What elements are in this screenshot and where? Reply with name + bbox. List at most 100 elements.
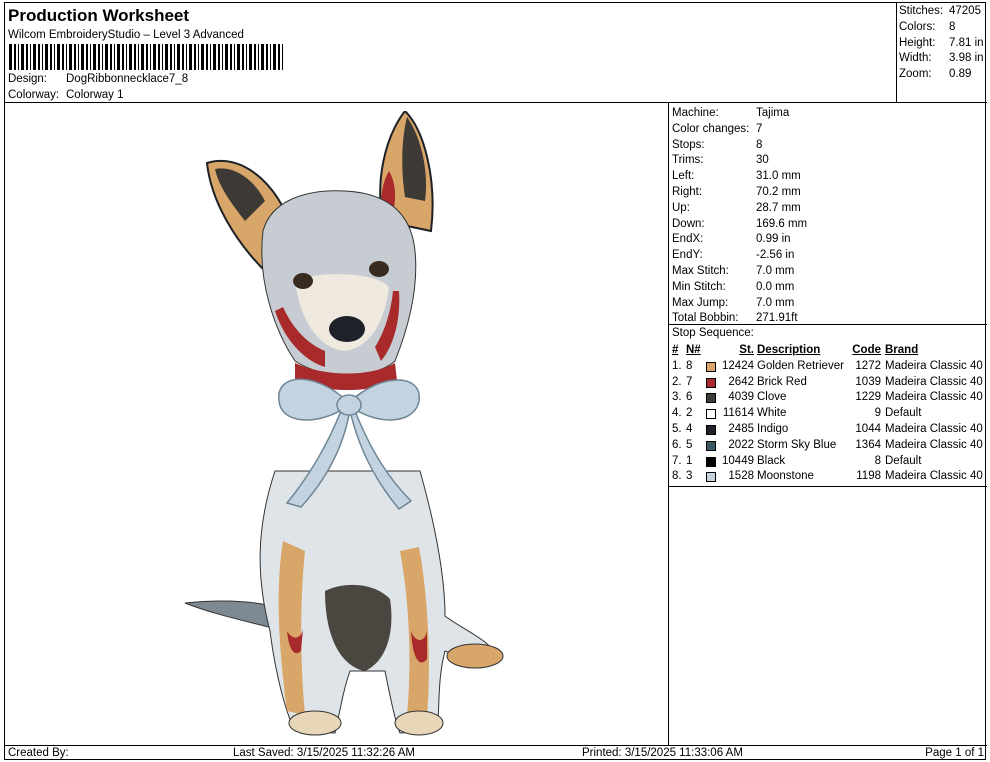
stat-row: Height: 7.81 in <box>899 37 987 53</box>
design-stats: Stitches: 47205 Colors: 8 Height: 7.81 in W… <box>896 3 987 103</box>
needle-number: 3 <box>686 470 693 483</box>
thread-brand: Madeira Classic 40 <box>885 359 983 372</box>
machine-info-label: Max Jump: <box>672 296 729 309</box>
thread-description: Moonstone <box>757 470 814 483</box>
stat-label: Width: <box>899 52 932 65</box>
needle-number: 1 <box>686 454 693 467</box>
barcode-bar <box>146 44 148 70</box>
col-header-brand: Brand <box>885 344 919 356</box>
barcode-bar <box>270 44 271 70</box>
barcode-bar <box>153 44 156 70</box>
stat-label: Stitches: <box>899 5 944 17</box>
stop-number: 2. <box>672 375 682 388</box>
barcode-bar <box>9 44 12 70</box>
barcode-bar <box>42 44 43 70</box>
machine-info-row: Max Jump: 7.0 mm <box>672 297 987 313</box>
needle-number: 4 <box>686 422 693 435</box>
stat-value: 47205 <box>949 5 981 17</box>
barcode-bar <box>174 44 175 70</box>
page-number: Page 1 of 1 <box>925 747 984 759</box>
machine-info-label: Min Stitch: <box>672 280 726 293</box>
stop-sequence-table: # N# St. Description Code Brand 1. 8 12424… <box>672 344 984 486</box>
stop-number: 3. <box>672 391 682 404</box>
machine-info-label: Left: <box>672 170 695 183</box>
barcode-bar <box>225 44 228 70</box>
barcode-bar <box>249 44 252 70</box>
machine-info-value: 30 <box>756 154 769 167</box>
color-swatch <box>706 456 716 467</box>
barcode-bar <box>278 44 280 70</box>
stop-row: 8. 3 1528 Moonstone 1198 Madeira Classic 40 <box>672 470 984 486</box>
color-swatch <box>706 440 716 451</box>
barcode-bar <box>182 44 184 70</box>
machine-info-value: 271.91ft <box>756 312 798 325</box>
barcode-bar <box>158 44 160 70</box>
page-title: Production Worksheet <box>8 6 190 25</box>
last-saved: Last Saved: 3/15/2025 11:32:26 AM <box>233 747 416 759</box>
barcode-bar <box>33 44 36 70</box>
barcode-bar <box>110 44 112 70</box>
thread-code: 9 <box>874 407 881 420</box>
thread-code: 1044 <box>855 422 881 435</box>
barcode-bar <box>102 44 103 70</box>
thread-brand: Default <box>885 454 922 467</box>
machine-info-label: Color changes: <box>672 122 750 135</box>
barcode-bar <box>134 44 136 70</box>
barcode-bar <box>57 44 60 70</box>
machine-info-value: 169.6 mm <box>756 217 808 230</box>
col-header-num: # <box>672 344 679 356</box>
stat-label: Colors: <box>899 20 936 33</box>
barcode-bar <box>218 44 220 70</box>
thread-code: 1272 <box>855 359 881 372</box>
machine-info-label: Max Stitch: <box>672 264 729 277</box>
machine-info-row: Max Stitch: 7.0 mm <box>672 265 987 281</box>
needle-number: 6 <box>686 391 693 404</box>
stitch-count: 12424 <box>722 359 754 372</box>
machine-info-row: EndX: 0.99 in <box>672 233 987 249</box>
stop-row: 5. 4 2485 Indigo 1044 Madeira Classic 40 <box>672 423 984 439</box>
machine-info-value: 70.2 mm <box>756 185 801 198</box>
barcode-bar <box>198 44 199 70</box>
barcode-bar <box>186 44 187 70</box>
thread-code: 1198 <box>856 470 881 483</box>
barcode-bar <box>266 44 268 70</box>
barcode-bar <box>282 44 283 70</box>
machine-info-value: 28.7 mm <box>756 201 801 214</box>
stop-number: 7. <box>672 454 682 467</box>
machine-info-label: Machine: <box>672 107 719 119</box>
col-header-n: N# <box>686 344 701 356</box>
barcode-bar <box>81 44 84 70</box>
stop-sequence: Stop Sequence: # N# St. Description Code… <box>669 325 987 487</box>
thread-brand: Madeira Classic 40 <box>885 422 983 435</box>
stop-row: 7. 1 10449 Black 8 Default <box>672 455 984 471</box>
stitch-count: 11614 <box>722 407 754 420</box>
barcode-bar <box>258 44 259 70</box>
machine-info-value: 31.0 mm <box>756 170 801 183</box>
thread-brand: Default <box>885 407 922 420</box>
machine-info-label: EndX: <box>672 233 704 246</box>
stat-value: 3.98 in <box>949 52 984 65</box>
barcode-bar <box>213 44 216 70</box>
machine-info-value: 8 <box>756 138 763 151</box>
barcode-bar <box>162 44 163 70</box>
worksheet-frame: Production Worksheet Wilcom EmbroiderySt… <box>4 2 987 760</box>
barcode-bar <box>98 44 100 70</box>
col-header-description: Description <box>757 344 821 356</box>
design-preview <box>5 103 669 745</box>
stop-row: 4. 2 11614 White 9 Default <box>672 407 984 423</box>
printed-date: Printed: 3/15/2025 11:33:06 AM <box>582 747 743 759</box>
barcode-bar <box>246 44 247 70</box>
barcode-bar <box>201 44 204 70</box>
machine-info-value: 7.0 mm <box>756 264 795 277</box>
color-swatch <box>706 393 716 404</box>
stop-row: 2. 7 2642 Brick Red 1039 Madeira Classic 40 <box>672 376 984 392</box>
stat-row: Colors: 8 <box>899 21 987 37</box>
machine-info-value: -2.56 in <box>756 249 795 262</box>
machine-info-label: Stops: <box>672 138 705 151</box>
col-header-stitches: St. <box>739 344 754 356</box>
thread-description: Indigo <box>757 422 789 435</box>
stitch-count: 10449 <box>722 454 754 467</box>
barcode-bar <box>86 44 88 70</box>
machine-info-value: Tajima <box>756 107 790 119</box>
barcode-bar <box>38 44 40 70</box>
